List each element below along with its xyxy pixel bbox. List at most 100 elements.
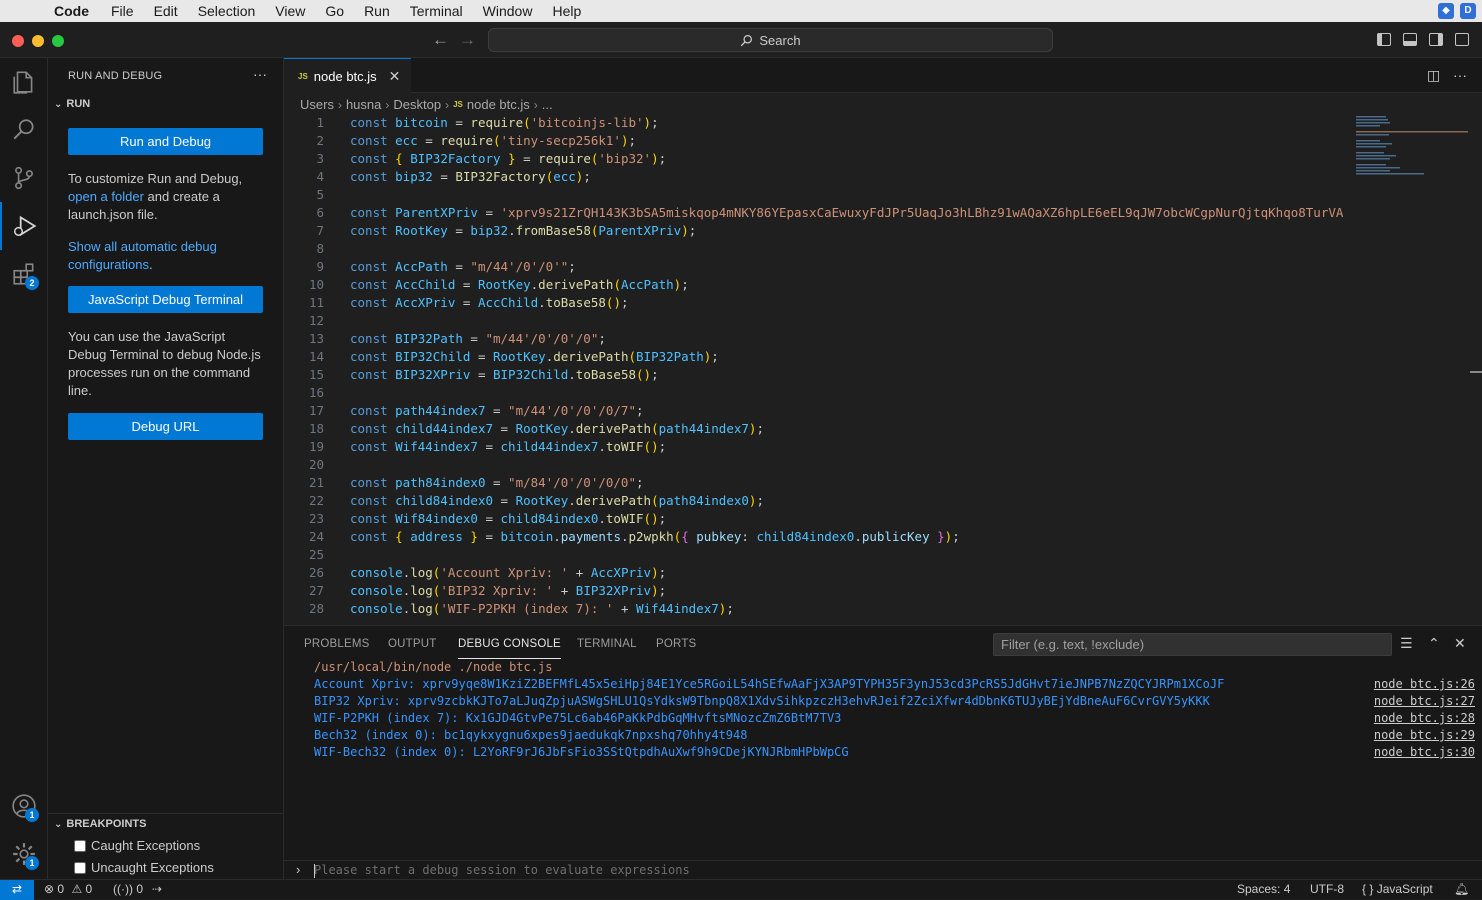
clear-console-icon[interactable]: ☰ <box>1400 635 1413 652</box>
checkbox[interactable] <box>74 839 86 852</box>
debug-console-input[interactable]: › Please start a debug session to evalua… <box>284 860 1482 880</box>
show-automatic-debug-link[interactable]: Show all automatic debug configurations <box>68 239 217 272</box>
code-line: 22 const child84index0 = RootKey.derivePa… <box>308 493 764 508</box>
run-and-debug-button[interactable]: Run and Debug <box>68 128 263 155</box>
console-source-link[interactable]: node btc.js:29 <box>1374 727 1475 744</box>
close-window-button[interactable] <box>12 35 24 47</box>
run-section-header[interactable]: ⌄ RUN <box>54 98 90 110</box>
zoom-window-button[interactable] <box>52 35 64 47</box>
customize-text-1: To customize Run and Debug, <box>68 171 243 186</box>
tab-debug-console[interactable]: DEBUG CONSOLE <box>458 638 561 659</box>
problems-status[interactable]: ⊗ 0 ⚠ 0 <box>44 882 92 896</box>
menu-app[interactable]: Code <box>54 3 89 19</box>
console-line: BIP32 Xpriv: xprv9zcbkKJTo7aLJuqZpjuASWg… <box>314 694 1210 708</box>
explorer-icon[interactable] <box>0 58 48 106</box>
notifications-bell-icon[interactable]: 🔔︎ <box>1454 882 1469 896</box>
source-control-icon[interactable] <box>0 154 48 202</box>
extensions-icon[interactable]: 2 <box>0 250 48 298</box>
js-debug-terminal-button[interactable]: JavaScript Debug Terminal <box>68 286 263 313</box>
scrollbar-marker[interactable] <box>1470 371 1482 373</box>
broadcast-icon: ((·)) <box>113 882 133 896</box>
code-line: 7 const RootKey = bip32.fromBase58(Parent… <box>316 223 697 238</box>
menu-edit[interactable]: Edit <box>154 3 178 19</box>
breakpoints-section-label: BREAKPOINTS <box>66 818 147 830</box>
ports-status[interactable]: ((·)) 0 <box>113 882 143 896</box>
remote-indicator-icon[interactable]: ⇄ <box>0 880 34 900</box>
code-line: 2 const ecc = require('tiny-secp256k1'); <box>316 133 637 148</box>
menu-terminal[interactable]: Terminal <box>410 3 463 19</box>
tab-label: node btc.js <box>313 68 377 84</box>
manage-gear-icon[interactable]: 1 <box>0 830 48 878</box>
language-mode-status[interactable]: { } JavaScript <box>1362 882 1433 896</box>
breakpoints-section-header[interactable]: ⌄ BREAKPOINTS <box>54 818 146 830</box>
run-and-debug-icon[interactable] <box>0 202 48 250</box>
minimize-window-button[interactable] <box>32 35 44 47</box>
back-arrow-icon[interactable]: ← <box>432 30 449 50</box>
tab-ports[interactable]: PORTS <box>656 638 696 650</box>
close-panel-icon[interactable]: ✕ <box>1454 635 1466 652</box>
braces-icon: { } <box>1362 882 1374 896</box>
breadcrumb: Users › husna › Desktop › JS node btc.js… <box>300 97 553 112</box>
tab-node-btc-js[interactable]: JS node btc.js ✕ <box>284 58 411 93</box>
toggle-primary-sidebar-icon[interactable] <box>1377 33 1391 46</box>
tab-output[interactable]: OUTPUT <box>388 638 436 650</box>
menu-selection[interactable]: Selection <box>198 3 256 19</box>
breadcrumb-item[interactable]: husna <box>346 97 381 112</box>
breadcrumb-item[interactable]: node btc.js <box>467 97 530 112</box>
tab-terminal[interactable]: TERMINAL <box>577 638 637 650</box>
code-line: 6 const ParentXPriv = 'xprv9s21ZrQH143K3b… <box>316 205 1344 220</box>
window-titlebar: ← → Search <box>0 22 1482 58</box>
mac-menubar: Code File Edit Selection View Go Run Ter… <box>0 0 1482 22</box>
breakpoint-uncaught-exceptions[interactable]: Uncaught Exceptions <box>74 860 214 875</box>
code-line: 23 const Wif84index0 = child84index0.toWI… <box>308 511 667 526</box>
command-center-search[interactable]: Search <box>488 28 1053 52</box>
accounts-icon[interactable]: 1 <box>0 782 48 830</box>
tray-app-icon[interactable]: ◆ <box>1438 3 1454 19</box>
toggle-secondary-sidebar-icon[interactable] <box>1429 33 1443 46</box>
breadcrumb-item[interactable]: Desktop <box>393 97 441 112</box>
search-label: Search <box>759 32 801 48</box>
maximize-panel-icon[interactable]: ⌃ <box>1428 635 1440 652</box>
breadcrumb-item[interactable]: ... <box>542 97 553 112</box>
menu-go[interactable]: Go <box>325 3 344 19</box>
indentation-status[interactable]: Spaces: 4 <box>1237 882 1290 896</box>
javascript-file-icon: JS <box>298 71 308 81</box>
forward-arrow-icon[interactable]: → <box>459 30 476 50</box>
menubar-tray: ◆ D <box>1438 3 1476 19</box>
breakpoint-caught-exceptions[interactable]: Caught Exceptions <box>74 838 200 853</box>
tab-problems[interactable]: PROBLEMS <box>304 638 370 650</box>
open-folder-link[interactable]: open a folder <box>68 189 144 204</box>
console-source-link[interactable]: node btc.js:27 <box>1374 693 1475 710</box>
code-line: 27 console.log('BIP32 Xpriv: ' + BIP32XPr… <box>308 583 667 598</box>
encoding-status[interactable]: UTF-8 <box>1310 882 1344 896</box>
error-count: 0 <box>57 882 65 896</box>
console-source-link[interactable]: node btc.js:30 <box>1374 744 1475 761</box>
more-actions-icon[interactable]: ··· <box>1453 67 1467 83</box>
debug-url-button[interactable]: Debug URL <box>68 413 263 440</box>
code-editor[interactable]: 1 const bitcoin = require('bitcoinjs-lib'… <box>284 114 1344 625</box>
customize-layout-icon[interactable] <box>1455 33 1469 46</box>
checkbox[interactable] <box>74 861 86 874</box>
warning-count: 0 <box>85 882 93 896</box>
menu-view[interactable]: View <box>275 3 305 19</box>
close-icon[interactable]: ✕ <box>389 68 401 85</box>
ports-count: 0 <box>136 882 144 896</box>
console-filter-input[interactable]: Filter (e.g. text, !exclude) <box>993 633 1392 656</box>
toggle-panel-icon[interactable] <box>1403 33 1417 46</box>
menu-help[interactable]: Help <box>552 3 581 19</box>
search-view-icon[interactable] <box>0 106 48 154</box>
console-line: /usr/local/bin/node ./node btc.js <box>314 660 553 674</box>
more-actions-icon[interactable]: ··· <box>253 66 267 82</box>
minimap[interactable] <box>1356 114 1470 178</box>
menu-file[interactable]: File <box>111 3 134 19</box>
chevron-right-icon: › <box>385 97 390 112</box>
menu-run[interactable]: Run <box>364 3 390 19</box>
console-source-link[interactable]: node btc.js:26 <box>1374 676 1475 693</box>
tray-app-icon[interactable]: D <box>1460 3 1476 19</box>
menu-window[interactable]: Window <box>483 3 533 19</box>
debug-launch-icon[interactable]: ⇢ <box>152 882 162 896</box>
split-editor-icon[interactable]: ◫ <box>1427 67 1440 84</box>
breadcrumb-item[interactable]: Users <box>300 97 334 112</box>
console-source-link[interactable]: node btc.js:28 <box>1374 710 1475 727</box>
editor-area: JS node btc.js ✕ ◫ ··· Users › husna › D… <box>284 58 1482 625</box>
